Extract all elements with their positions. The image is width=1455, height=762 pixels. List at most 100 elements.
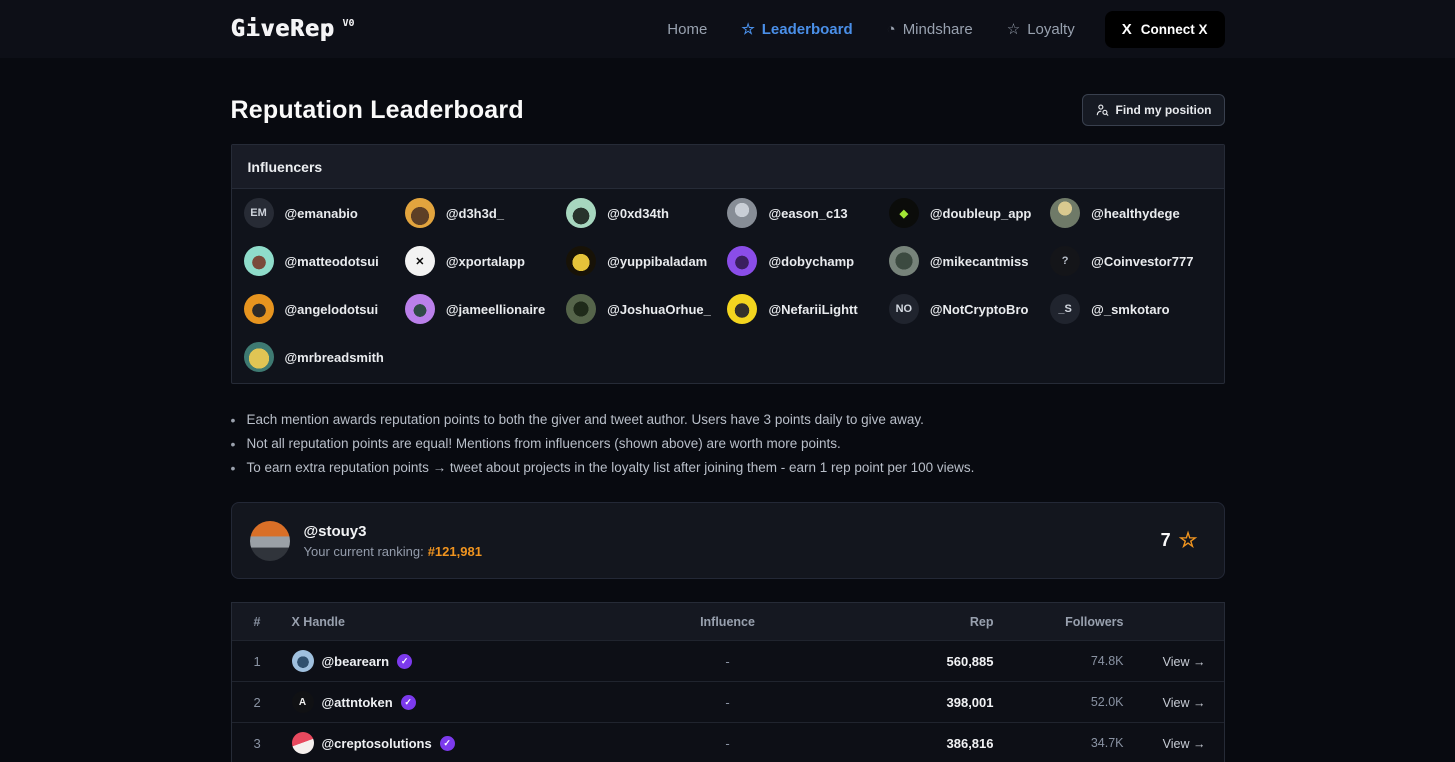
avatar: ✕ [405,246,435,276]
brand-logo[interactable]: GiveRep V0 [231,16,355,42]
rep-cell: 398,001 [824,695,994,710]
find-my-position-button[interactable]: Find my position [1082,94,1225,126]
view-link[interactable]: View → [1163,737,1206,751]
star-icon: ☆ [1179,528,1198,553]
ranking-label: Your current ranking: [304,544,424,559]
points-value: 7 [1161,530,1171,551]
influencer-handle: @emanabio [285,206,358,221]
influencer-item[interactable]: @eason_c13 [727,189,888,237]
influencer-handle: @matteodotsui [285,254,379,269]
avatar-initials: ✕ [415,255,424,268]
influencer-item[interactable]: @matteodotsui [244,237,405,285]
influencer-item[interactable]: ◆ @doubleup_app [889,189,1050,237]
handle-cell: @bearearn ✓ [292,650,632,672]
star-icon: ☆ [741,20,754,38]
influencer-item[interactable]: @0xd34th [566,189,727,237]
avatar: ? [1050,246,1080,276]
nav-leaderboard-label: Leaderboard [762,21,853,38]
table-row: 3 @creptosolutions ✓ - 386,816 34.7K Vie… [232,722,1224,762]
view-link[interactable]: View → [1163,696,1206,710]
nav-right: Home ☆ Leaderboard ◔ Mindshare ☆ Loyalty… [667,11,1224,48]
influencer-item[interactable]: ✕ @xportalapp [405,237,566,285]
influencer-handle: @NefariiLightt [768,302,857,317]
page-title: Reputation Leaderboard [231,96,524,125]
influence-cell: - [632,736,824,751]
influencer-item[interactable]: @yuppibaladam [566,237,727,285]
influencer-item[interactable]: _S @_smkotaro [1050,285,1211,333]
avatar-initials: ◆ [900,207,908,220]
header-rank: # [232,615,292,629]
bullet-icon: • [231,456,247,480]
row-handle[interactable]: @creptosolutions [322,736,432,751]
influencers-panel-header: Influencers [232,145,1224,189]
nav-item-leaderboard[interactable]: ☆ Leaderboard [741,20,852,38]
influencer-handle: @d3h3d_ [446,206,504,221]
user-ranking: Your current ranking: #121,981 [304,544,482,559]
avatar [727,294,757,324]
connect-x-label: Connect X [1141,22,1208,37]
influencer-item[interactable]: ? @Coinvestor777 [1050,237,1211,285]
avatar [292,732,314,754]
verified-badge-icon: ✓ [401,695,416,710]
avatar [889,246,919,276]
influencer-item[interactable]: @d3h3d_ [405,189,566,237]
ranking-value: #121,981 [428,544,482,559]
rank-cell: 2 [232,695,292,710]
influencer-handle: @doubleup_app [930,206,1032,221]
influencer-handle: @xportalapp [446,254,525,269]
nav-loyalty-label: Loyalty [1027,21,1075,38]
user-info: @stouy3 Your current ranking: #121,981 [250,521,482,561]
influencer-item[interactable]: @angelodotsui [244,285,405,333]
influencer-item[interactable]: @healthydege [1050,189,1211,237]
table-row: 2 A @attntoken ✓ - 398,001 52.0K View → [232,681,1224,722]
avatar [292,650,314,672]
user-handle: @stouy3 [304,523,482,540]
view-link[interactable]: View → [1163,655,1206,669]
influencer-item[interactable]: @mrbreadsmith [244,333,405,381]
brand-name: GiveRep [231,16,335,42]
nav-home-label: Home [667,21,707,38]
influencer-item[interactable]: @NefariiLightt [727,285,888,333]
row-handle[interactable]: @bearearn [322,654,390,669]
influencer-item[interactable]: @dobychamp [727,237,888,285]
bullet-icon: • [231,432,247,456]
influence-cell: - [632,654,824,669]
avatar [727,246,757,276]
page-header: Reputation Leaderboard Find my position [231,94,1225,126]
handle-cell: A @attntoken ✓ [292,691,632,713]
avatar [244,342,274,372]
info-notes: • Each mention awards reputation points … [231,408,1225,480]
leaderboard-table: # X Handle Influence Rep Followers 1 @be… [231,602,1225,762]
influencer-item[interactable]: @jameellionaire [405,285,566,333]
influencer-handle: @_smkotaro [1091,302,1169,317]
avatar [405,198,435,228]
table-header-row: # X Handle Influence Rep Followers [232,603,1224,640]
nav-item-mindshare[interactable]: ◔ Mindshare [887,21,973,38]
avatar: NO [889,294,919,324]
influencer-item[interactable]: @JoshuaOrhue_ [566,285,727,333]
avatar [244,294,274,324]
nav-item-home[interactable]: Home [667,21,707,38]
star-icon: ☆ [1007,20,1020,38]
brand-version: V0 [342,18,354,29]
nav-links: Home ☆ Leaderboard ◔ Mindshare ☆ Loyalty [667,20,1074,38]
table-row: 1 @bearearn ✓ - 560,885 74.8K View → [232,640,1224,681]
note-text: To earn extra reputation points → tweet … [247,456,975,480]
avatar [405,294,435,324]
header-followers: Followers [994,615,1124,629]
influencer-item[interactable]: NO @NotCryptoBro [889,285,1050,333]
connect-x-button[interactable]: X Connect X [1105,11,1225,48]
row-handle[interactable]: @attntoken [322,695,393,710]
influencer-item[interactable]: @mikecantmiss [889,237,1050,285]
avatar-initials: EM [250,207,267,219]
avatar [566,246,596,276]
influencer-handle: @Coinvestor777 [1091,254,1193,269]
nav-item-loyalty[interactable]: ☆ Loyalty [1007,20,1075,38]
influencer-handle: @jameellionaire [446,302,545,317]
influencer-handle: @healthydege [1091,206,1180,221]
influencer-item[interactable]: EM @emanabio [244,189,405,237]
top-navbar: GiveRep V0 Home ☆ Leaderboard ◔ Mindshar… [0,0,1455,58]
avatar [1050,198,1080,228]
note-line: • Not all reputation points are equal! M… [231,432,1225,456]
rep-cell: 386,816 [824,736,994,751]
